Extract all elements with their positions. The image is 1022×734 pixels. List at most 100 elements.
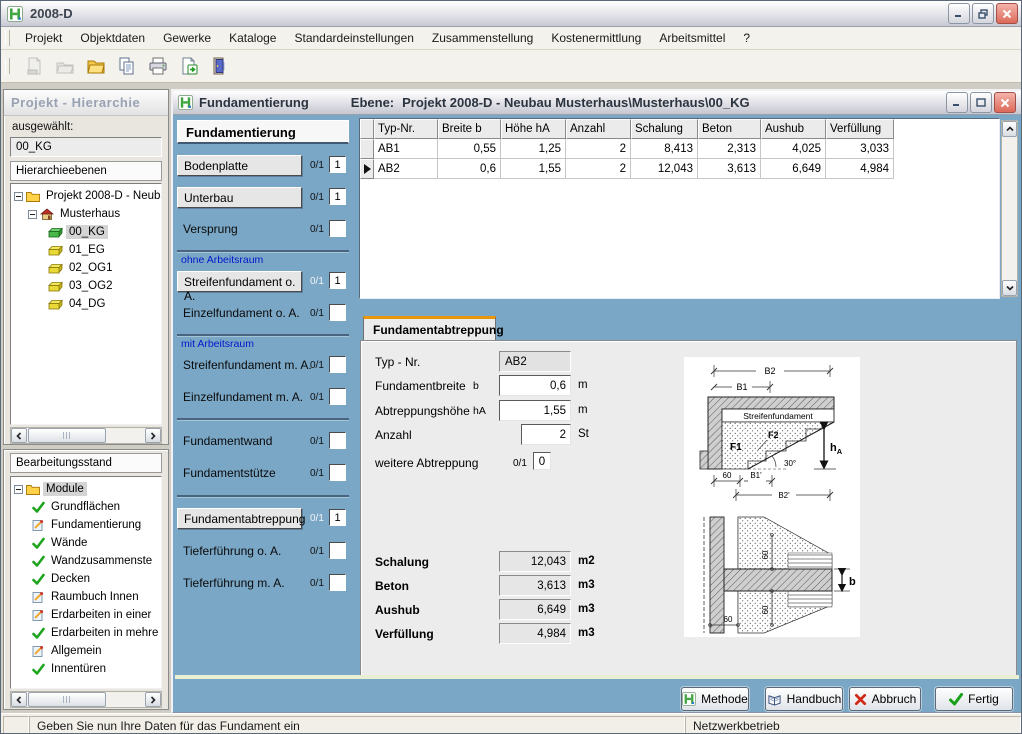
cell-anzahl[interactable]: 2 [566,139,631,159]
table-row[interactable]: AB1 0,55 1,25 2 8,413 2,313 4,025 3,033 [360,139,999,159]
cell-hoehe[interactable]: 1,55 [501,159,566,179]
child-minimize-button[interactable] [946,92,968,113]
collapse-icon[interactable] [14,192,23,201]
menu-help[interactable]: ? [734,28,759,48]
anzahl-input[interactable]: 2 [521,424,571,445]
tieferfuehrung-oa-label[interactable]: Tieferführung o. A. [183,544,281,558]
cell-breite[interactable]: 0,55 [438,139,501,159]
module-item[interactable]: Grundflächen [11,498,161,516]
tree-item-floor[interactable]: 00_KG [11,223,161,241]
scroll-right-button[interactable] [145,692,161,707]
tab-fundamentabtreppung[interactable]: Fundamentabtreppung [363,316,496,341]
export-icon[interactable] [176,53,202,79]
streifenfundament-ma-label[interactable]: Streifenfundament m. A. [183,358,312,372]
column-header[interactable]: Aushub [761,119,826,139]
tree-item-floor[interactable]: 03_OG2 [11,277,161,295]
hierarchy-levels-header[interactable]: Hierarchieebenen [10,161,162,181]
cell-typ[interactable]: AB2 [374,159,438,179]
weitere-abtreppung-input[interactable]: 0 [533,452,551,470]
unterbau-button[interactable]: Unterbau [177,187,302,208]
cell-schalung[interactable]: 8,413 [631,139,698,159]
einzelfundament-ma-label[interactable]: Einzelfundament m. A. [183,390,303,404]
minimize-button[interactable] [948,3,970,24]
handbuch-button[interactable]: Handbuch [765,687,843,711]
cell-hoehe[interactable]: 1,25 [501,139,566,159]
column-header[interactable]: Verfüllung [826,119,894,139]
count-box[interactable] [329,304,346,321]
tree-item-project[interactable]: Projekt 2008-D - Neubau [11,187,161,205]
scroll-down-button[interactable] [1002,280,1017,296]
menu-kataloge[interactable]: Kataloge [220,28,285,48]
column-header[interactable]: Anzahl [566,119,631,139]
count-box[interactable] [329,574,346,591]
exit-door-icon[interactable] [207,53,233,79]
count-box[interactable] [329,220,346,237]
bodenplatte-button[interactable]: Bodenplatte [177,155,302,176]
cell-beton[interactable]: 3,613 [698,159,761,179]
menu-kostenermittlung[interactable]: Kostenermittlung [542,28,650,48]
fundamentbreite-input[interactable]: 0,6 [499,375,571,396]
cell-typ[interactable]: AB1 [374,139,438,159]
abtreppungshoehe-input[interactable]: 1,55 [499,400,571,421]
scroll-left-button[interactable] [11,692,27,707]
tree-item-building[interactable]: Musterhaus [11,205,161,223]
cell-breite[interactable]: 0,6 [438,159,501,179]
menu-gewerke[interactable]: Gewerke [154,28,220,48]
count-box[interactable] [329,464,346,481]
cell-schalung[interactable]: 12,043 [631,159,698,179]
cell-aushub[interactable]: 4,025 [761,139,826,159]
module-item[interactable]: Erdarbeiten in einer [11,606,161,624]
scroll-thumb[interactable] [28,428,106,443]
progress-horizontal-scrollbar[interactable] [10,691,162,708]
count-box[interactable]: 1 [329,156,346,173]
tree-item-floor[interactable]: 02_OG1 [11,259,161,277]
module-item[interactable]: Wandzusammenste [11,552,161,570]
table-vertical-scrollbar[interactable] [1001,120,1018,297]
scroll-up-button[interactable] [1002,121,1017,137]
menu-standardeinstellungen[interactable]: Standardeinstellungen [285,28,422,48]
hierarchy-horizontal-scrollbar[interactable] [10,427,162,444]
column-header[interactable]: Schalung [631,119,698,139]
count-box[interactable] [329,432,346,449]
module-item[interactable]: Fundamentierung [11,516,161,534]
fundamentabtreppung-button[interactable]: Fundamentabtreppung [177,508,302,529]
fundamentstuetze-label[interactable]: Fundamentstütze [183,466,276,480]
restore-button[interactable] [972,3,994,24]
menu-zusammenstellung[interactable]: Zusammenstellung [423,28,542,48]
tree-item-module-root[interactable]: Module [11,480,161,498]
fertig-button[interactable]: Fertig [935,687,1013,711]
menu-objektdaten[interactable]: Objektdaten [71,28,154,48]
count-box[interactable] [329,542,346,559]
abbruch-button[interactable]: Abbruch [849,687,921,711]
streifenfundament-oa-button[interactable]: Streifenfundament o. A. [177,271,302,292]
module-item[interactable]: Decken [11,570,161,588]
folder-icon[interactable] [83,53,109,79]
tree-item-floor[interactable]: 04_DG [11,295,161,313]
print-icon[interactable] [145,53,171,79]
module-item[interactable]: Raumbuch Innen [11,588,161,606]
column-header[interactable]: Typ-Nr. [374,119,438,139]
table-row-active[interactable]: AB2 0,6 1,55 2 12,043 3,613 6,649 4,984 [360,159,999,179]
count-box[interactable]: 1 [329,188,346,205]
menu-projekt[interactable]: Projekt [16,28,71,48]
count-box[interactable] [329,388,346,405]
methode-button[interactable]: Methode [681,687,749,711]
column-header[interactable]: Breite b [438,119,501,139]
scroll-thumb[interactable] [28,692,106,707]
cell-beton[interactable]: 2,313 [698,139,761,159]
cell-verfuellung[interactable]: 4,984 [826,159,894,179]
count-box[interactable] [329,356,346,373]
copy-icon[interactable] [114,53,140,79]
menu-arbeitsmittel[interactable]: Arbeitsmittel [650,28,734,48]
module-item[interactable]: Allgemein [11,642,161,660]
count-box[interactable]: 1 [329,272,346,289]
row-selector[interactable] [360,139,374,159]
module-item[interactable]: Innentüren [11,660,161,678]
close-button[interactable] [996,3,1018,24]
cell-aushub[interactable]: 6,649 [761,159,826,179]
versprung-label[interactable]: Versprung [183,222,238,236]
collapse-icon[interactable] [14,485,23,494]
cell-verfuellung[interactable]: 3,033 [826,139,894,159]
scroll-right-button[interactable] [145,428,161,443]
column-header[interactable]: Höhe hA [501,119,566,139]
